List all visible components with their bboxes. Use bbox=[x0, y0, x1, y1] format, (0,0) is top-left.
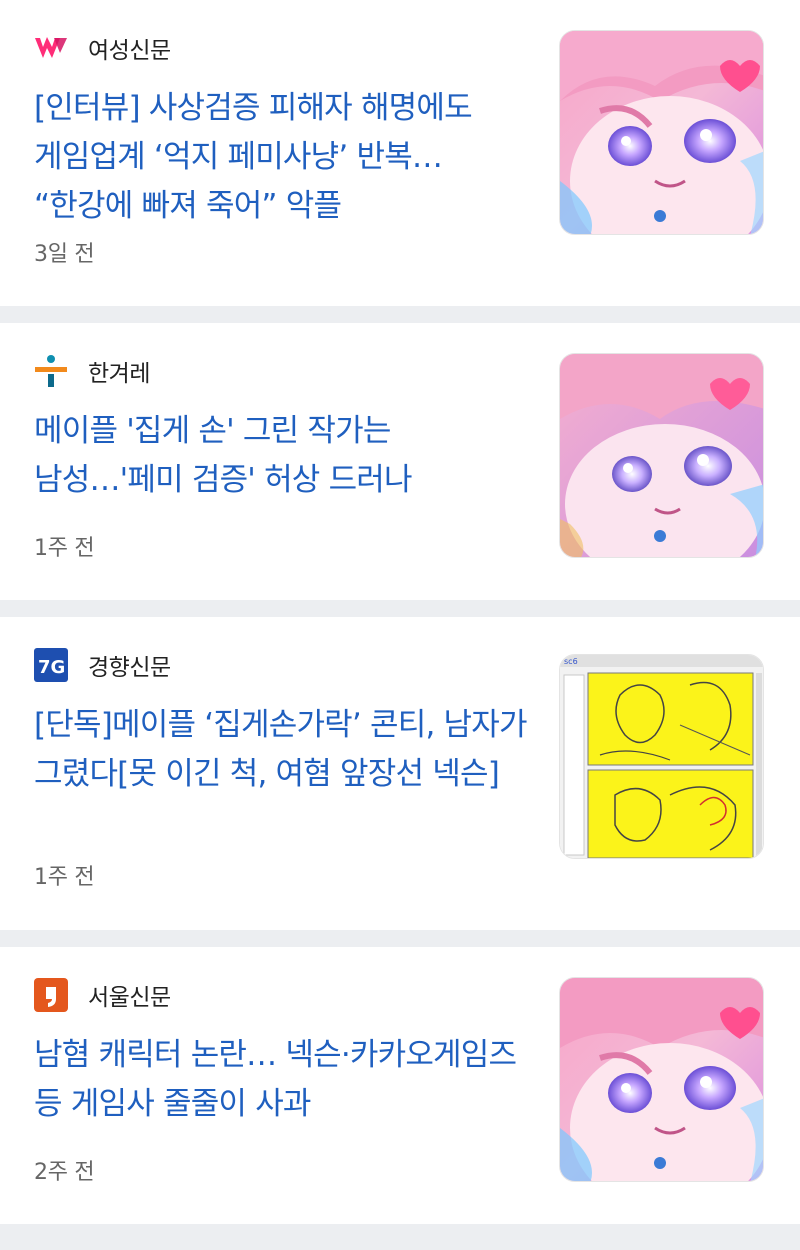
article-headline[interactable]: 남혐 캐릭터 논란… 넥슨·카카오게임즈 등 게임사 줄줄이 사과 bbox=[34, 1031, 534, 1129]
article-time: 1주 전 bbox=[34, 865, 95, 890]
source-name: 서울신문 bbox=[88, 985, 171, 1011]
news-source[interactable]: 서울신문 bbox=[34, 978, 171, 1012]
anime-girl-thumbnail[interactable] bbox=[559, 977, 764, 1182]
news-card[interactable]: 서울신문 남혐 캐릭터 논란… 넥슨·카카오게임즈 등 게임사 줄줄이 사과 2… bbox=[0, 947, 800, 1224]
article-time: 2주 전 bbox=[34, 1160, 95, 1185]
khan-logo-icon: 7G bbox=[34, 648, 68, 682]
svg-text:sc6: sc6 bbox=[564, 657, 578, 666]
article-time: 1주 전 bbox=[34, 536, 95, 561]
news-source[interactable]: 한겨레 bbox=[34, 355, 150, 387]
news-source[interactable]: 7G 경향신문 bbox=[34, 648, 171, 682]
source-name: 여성신문 bbox=[88, 38, 171, 64]
source-name: 한겨레 bbox=[88, 361, 150, 387]
news-card[interactable]: 한겨레 메이플 '집게 손' 그린 작가는 남성…'페미 검증' 허상 드러나 … bbox=[0, 323, 800, 600]
article-headline[interactable]: [인터뷰] 사상검증 피해자 해명에도 게임업계 ‘억지 페미사냥’ 반복… “… bbox=[34, 84, 534, 231]
article-time: 3일 전 bbox=[34, 242, 95, 267]
article-headline[interactable]: 메이플 '집게 손' 그린 작가는 남성…'페미 검증' 허상 드러나 bbox=[34, 407, 534, 505]
storyboard-sketch-thumbnail[interactable]: sc6 bbox=[559, 654, 764, 859]
news-feed: 여성신문 [인터뷰] 사상검증 피해자 해명에도 게임업계 ‘억지 페미사냥’ … bbox=[0, 0, 800, 1250]
womennews-logo-icon bbox=[34, 31, 68, 65]
svg-text:7G: 7G bbox=[38, 657, 65, 678]
news-card[interactable]: 7G 경향신문 [단독]메이플 ‘집게손가락’ 콘티, 남자가 그렸다[못 이긴… bbox=[0, 617, 800, 930]
anime-girl-thumbnail[interactable] bbox=[559, 30, 764, 235]
article-headline[interactable]: [단독]메이플 ‘집게손가락’ 콘티, 남자가 그렸다[못 이긴 척, 여혐 앞… bbox=[34, 701, 534, 799]
news-source[interactable]: 여성신문 bbox=[34, 32, 171, 64]
source-name: 경향신문 bbox=[88, 655, 171, 681]
seoul-logo-icon bbox=[34, 978, 68, 1012]
anime-girl-thumbnail[interactable] bbox=[559, 353, 764, 558]
hani-logo-icon bbox=[34, 354, 68, 388]
news-card[interactable]: 여성신문 [인터뷰] 사상검증 피해자 해명에도 게임업계 ‘억지 페미사냥’ … bbox=[0, 0, 800, 306]
